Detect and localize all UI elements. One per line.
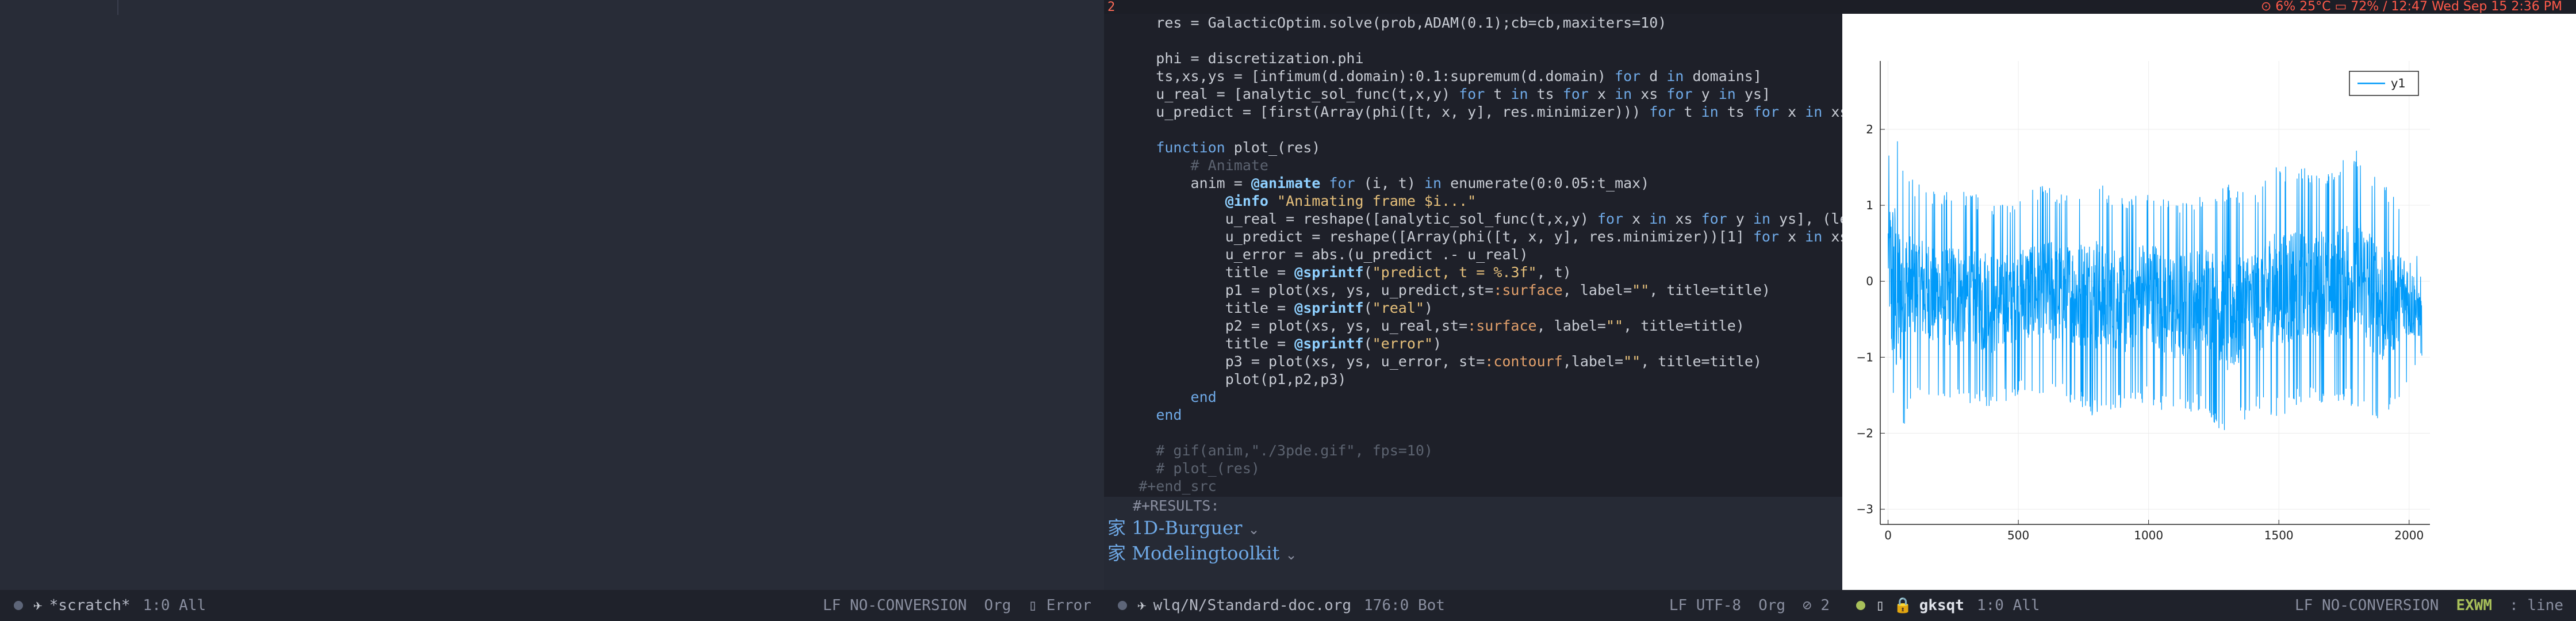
code-line[interactable]: u_real = reshape([analytic_sol_func(t,x,… xyxy=(1104,210,1842,228)
heading-bullet-icon: 家 xyxy=(1107,517,1126,539)
code-line[interactable]: u_real = [analytic_sol_func(t,x,y) for t… xyxy=(1104,85,1842,103)
org-heading[interactable]: 家 1D-Burguer ⌄ xyxy=(1104,515,1842,540)
source-block[interactable]: res = GalacticOptim.solve(prob,ADAM(0.1)… xyxy=(1104,14,1842,497)
org-after-src: #+RESULTS: 家 1D-Burguer ⌄ 家 Modelingtool… xyxy=(1104,497,1842,566)
left-modeline: ✈ *scratch* 1:0 All LF NO-CONVERSION Org… xyxy=(0,590,1104,621)
code-line[interactable] xyxy=(1104,121,1842,139)
cursor-position: 176:0 Bot xyxy=(1364,597,1445,614)
code-line[interactable]: #+end_src xyxy=(1104,477,1842,495)
buffer-name[interactable]: *scratch* xyxy=(49,597,131,614)
buffer-name[interactable]: gksqt xyxy=(1919,597,1964,614)
fold-indicator-icon[interactable]: ⌄ xyxy=(1285,547,1297,563)
buffer-name[interactable]: wlq/N/Standard-doc.org xyxy=(1153,597,1351,614)
y-tick-label: −2 xyxy=(1857,426,1873,440)
mid-header-line: 2 xyxy=(1104,0,1842,14)
series-line-y1 xyxy=(1888,141,2422,430)
heading-text[interactable]: 1D-Burguer xyxy=(1132,517,1242,539)
major-mode[interactable]: Org xyxy=(1758,597,1785,614)
y-tick-label: 1 xyxy=(1866,198,1873,212)
code-line[interactable]: anim = @animate for (i, t) in enumerate(… xyxy=(1104,174,1842,192)
code-line[interactable]: # Animate xyxy=(1104,156,1842,174)
coding-system[interactable]: LF UTF-8 xyxy=(1669,597,1741,614)
modified-indicator-icon xyxy=(14,601,23,610)
code-line[interactable]: u_predict = [first(Array(phi([t, x, y], … xyxy=(1104,103,1842,121)
code-line[interactable]: phi = discretization.phi xyxy=(1104,49,1842,67)
heading-text[interactable]: Modelingtoolkit xyxy=(1132,542,1279,564)
code-line[interactable]: function plot_(res) xyxy=(1104,139,1842,156)
code-line[interactable]: end xyxy=(1104,406,1842,424)
line-chart: 0 500 1000 1500 2000 −3 −2 −1 0 1 2 y1 xyxy=(1857,61,2430,542)
gksqt-window[interactable]: ⊙ 6% 25°C ▭ 72% / 12:47 Wed Sep 15 2:36 … xyxy=(1842,0,2576,621)
file-icon: ▯ 🔒 xyxy=(1876,597,1912,614)
coding-system[interactable]: LF NO-CONVERSION xyxy=(2295,597,2439,614)
left-header-line xyxy=(0,0,1104,14)
mode-icon: ✈ xyxy=(33,597,43,614)
major-mode[interactable]: Org xyxy=(984,597,1011,614)
cursor-position: 1:0 All xyxy=(1976,597,2040,614)
code-line[interactable]: plot(p1,p2,p3) xyxy=(1104,370,1842,388)
plot-canvas: 0 500 1000 1500 2000 −3 −2 −1 0 1 2 y1 xyxy=(1842,14,2576,559)
code-line[interactable]: end xyxy=(1104,388,1842,406)
mode-icon: ✈ xyxy=(1137,597,1147,614)
no-entry-icon: ⊘ xyxy=(1803,597,1821,614)
x-tick-label: 2000 xyxy=(2394,528,2424,542)
system-status-bar: ⊙ 6% 25°C ▭ 72% / 12:47 Wed Sep 15 2:36 … xyxy=(1842,0,2576,14)
x-tick-label: 0 xyxy=(1884,528,1892,542)
error-status[interactable]: ▯ Error xyxy=(1028,597,1091,614)
scratch-window[interactable]: ✈ *scratch* 1:0 All LF NO-CONVERSION Org… xyxy=(0,0,1104,621)
code-line[interactable] xyxy=(1104,424,1842,442)
x-tick-label: 500 xyxy=(2007,528,2029,542)
y-tick-label: −3 xyxy=(1857,503,1873,516)
legend-label: y1 xyxy=(2391,76,2406,90)
status-dot-icon xyxy=(1856,601,1865,610)
heading-bullet-icon: 家 xyxy=(1107,542,1126,564)
code-line[interactable]: ts,xs,ys = [infimum(d.domain):0.1:suprem… xyxy=(1104,67,1842,85)
org-heading[interactable]: 家 Modelingtoolkit ⌄ xyxy=(1104,540,1842,566)
code-line[interactable]: u_predict = reshape([Array(phi([t, x, y]… xyxy=(1104,228,1842,246)
code-line[interactable]: u_error = abs.(u_predict .- u_real) xyxy=(1104,246,1842,263)
org-doc-window[interactable]: 2 res = GalacticOptim.solve(prob,ADAM(0.… xyxy=(1104,0,1842,621)
modified-indicator-icon xyxy=(1118,601,1127,610)
y-tick-label: 2 xyxy=(1866,122,1873,136)
results-label: #+RESULTS: xyxy=(1133,497,1220,514)
exwm-submode: : line xyxy=(2509,597,2563,614)
workspace-number: 2 xyxy=(1107,0,1116,14)
code-line[interactable]: res = GalacticOptim.solve(prob,ADAM(0.1)… xyxy=(1104,14,1842,32)
cursor-position: 1:0 All xyxy=(143,597,206,614)
file-icon: ▯ xyxy=(1028,597,1046,614)
y-tick-label: −1 xyxy=(1857,350,1873,364)
coding-system[interactable]: LF NO-CONVERSION xyxy=(823,597,967,614)
code-line[interactable]: title = @sprintf("real") xyxy=(1104,299,1842,317)
code-line[interactable] xyxy=(1104,32,1842,49)
code-line[interactable]: title = @sprintf("predict, t = %.3f", t) xyxy=(1104,263,1842,281)
code-line[interactable]: p3 = plot(xs, ys, u_error, st=:contourf,… xyxy=(1104,352,1842,370)
code-line[interactable]: p1 = plot(xs, ys, u_predict,st=:surface,… xyxy=(1104,281,1842,299)
x-tick-label: 1000 xyxy=(2134,528,2163,542)
text-cursor xyxy=(117,0,118,15)
code-line[interactable]: # gif(anim,"./3pde.gif", fps=10) xyxy=(1104,442,1842,459)
diagnostic-count[interactable]: ⊘ 2 xyxy=(1803,597,1830,614)
fold-indicator-icon[interactable]: ⌄ xyxy=(1248,522,1260,538)
code-line[interactable]: title = @sprintf("error") xyxy=(1104,335,1842,352)
code-line[interactable]: p2 = plot(xs, ys, u_real,st=:surface, la… xyxy=(1104,317,1842,335)
right-modeline: ▯ 🔒 gksqt 1:0 All LF NO-CONVERSION EXWM … xyxy=(1842,590,2576,621)
code-line[interactable]: # plot_(res) xyxy=(1104,459,1842,477)
mid-modeline: ✈ wlq/N/Standard-doc.org 176:0 Bot LF UT… xyxy=(1104,590,1842,621)
x-tick-label: 1500 xyxy=(2264,528,2294,542)
exwm-mode[interactable]: EXWM xyxy=(2456,597,2492,614)
y-tick-label: 0 xyxy=(1866,274,1873,288)
code-line[interactable]: @info "Animating frame $i..." xyxy=(1104,192,1842,210)
